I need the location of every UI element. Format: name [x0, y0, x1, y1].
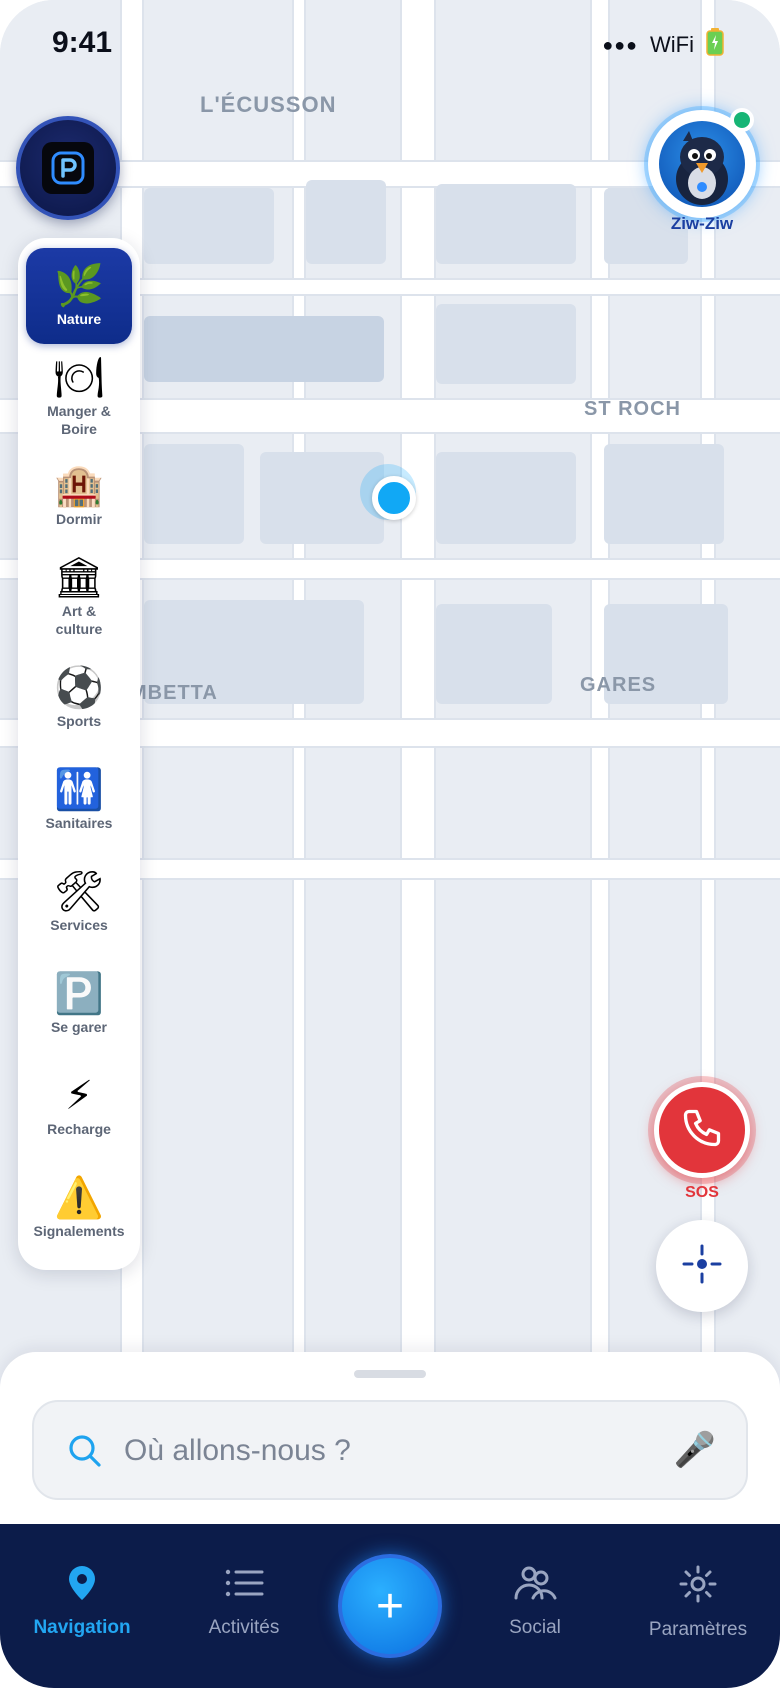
phone-icon	[680, 1106, 724, 1155]
tab-label: Navigation	[33, 1617, 131, 1638]
category-label: Art & culture	[55, 603, 103, 637]
leaf-icon: 🌿	[54, 263, 104, 309]
category-label: Services	[50, 917, 108, 933]
status-time: 9:41	[52, 26, 113, 59]
district-label: L'ÉCUSSON	[200, 92, 337, 117]
district-label: ST ROCH	[584, 398, 681, 420]
map-block	[144, 444, 244, 544]
hotel-icon: 🏨	[54, 463, 104, 509]
map-road	[400, 0, 436, 1400]
district-label: GARES	[580, 674, 657, 696]
sheet-drag-handle[interactable]	[354, 1370, 426, 1378]
district-label: MBETTA	[130, 682, 218, 704]
sos-button[interactable]	[654, 1082, 750, 1178]
category-dormir[interactable]: 🏨 Dormir	[18, 464, 140, 528]
tab-label: Social	[509, 1617, 561, 1638]
gear-icon	[678, 1564, 718, 1609]
search-placeholder: Où allons-nous ?	[124, 1434, 351, 1467]
map-block	[436, 604, 552, 704]
category-sidebar: 🌿 Nature 🍽 Manger & Boire 🏨 Dormir 🏛 Art…	[18, 238, 140, 1270]
category-art-culture[interactable]: 🏛 Art & culture	[18, 556, 140, 638]
map-block	[436, 452, 576, 544]
microphone-icon[interactable]: 🎤	[674, 1430, 716, 1470]
category-label: Se garer	[50, 1019, 108, 1035]
category-label: Sanitaires	[45, 815, 113, 831]
signal-icon: ●●●	[602, 34, 639, 55]
soccer-ball-icon: ⚽	[54, 665, 104, 711]
app-logo-icon	[42, 142, 94, 194]
category-label: Dormir	[56, 511, 102, 527]
category-signalements[interactable]: ⚠️ Signalements	[18, 1176, 140, 1240]
category-manger-boire[interactable]: 🍽 Manger & Boire	[18, 356, 140, 438]
tab-social[interactable]: Social	[455, 1564, 615, 1639]
category-label: Nature	[56, 311, 102, 327]
restroom-icon: 🚻	[54, 767, 104, 813]
category-services[interactable]: 🛠 Services	[18, 870, 140, 934]
tab-parametres[interactable]: Paramètres	[618, 1564, 778, 1641]
battery-icon	[706, 28, 724, 62]
map-block	[436, 304, 576, 384]
map-block	[306, 180, 386, 264]
current-location-marker	[360, 464, 416, 520]
users-icon	[513, 1564, 557, 1607]
sos-label: SOS	[685, 1184, 719, 1201]
bottom-tab-bar: Navigation Activités + Social Paramètres	[0, 1524, 780, 1688]
category-sports[interactable]: ⚽ Sports	[18, 666, 140, 730]
map-block	[604, 444, 724, 544]
tab-activites[interactable]: Activités	[164, 1564, 324, 1639]
category-label: Signalements	[33, 1223, 125, 1239]
parking-icon: 🅿️	[54, 971, 104, 1017]
warning-icon: ⚠️	[54, 1175, 104, 1221]
wifi-icon: WiFi	[650, 32, 694, 57]
search-input[interactable]: Où allons-nous ? 🎤	[32, 1400, 748, 1500]
plate-icon: 🍽	[53, 355, 105, 401]
user-name: Ziw-Ziw	[670, 214, 734, 233]
category-nature[interactable]: 🌿 Nature	[26, 248, 132, 344]
online-status-dot	[730, 108, 754, 132]
status-icons: ●●● WiFi	[602, 28, 724, 62]
tab-label: Paramètres	[648, 1619, 748, 1640]
map-block	[144, 188, 274, 264]
category-label: Sports	[56, 713, 102, 729]
tab-label: Activités	[208, 1617, 280, 1638]
app-logo-button[interactable]	[16, 116, 120, 220]
app-screen: L'ÉCUSSON ST ROCH MBETTA GARES 9:41 ●●● …	[0, 0, 780, 1688]
museum-icon: 🏛	[53, 555, 105, 601]
avatar	[659, 121, 745, 207]
category-sanitaires[interactable]: 🚻 Sanitaires	[18, 768, 140, 832]
crosshair-icon	[682, 1244, 722, 1289]
map-block	[436, 184, 576, 264]
search-icon	[68, 1434, 102, 1473]
tab-navigation[interactable]: Navigation	[2, 1564, 162, 1639]
recenter-location-button[interactable]	[656, 1220, 748, 1312]
list-icon	[224, 1564, 264, 1607]
category-label: Recharge	[47, 1121, 111, 1137]
category-se-garer[interactable]: 🅿️ Se garer	[18, 972, 140, 1036]
category-label: Manger & Boire	[47, 403, 111, 437]
map-block	[144, 316, 384, 382]
map-pin-icon	[66, 1564, 98, 1607]
category-recharge[interactable]: ⚡ Recharge	[18, 1074, 140, 1138]
add-button[interactable]: +	[338, 1554, 442, 1658]
tools-icon: 🛠	[53, 869, 105, 915]
lightning-icon: ⚡	[64, 1073, 94, 1119]
